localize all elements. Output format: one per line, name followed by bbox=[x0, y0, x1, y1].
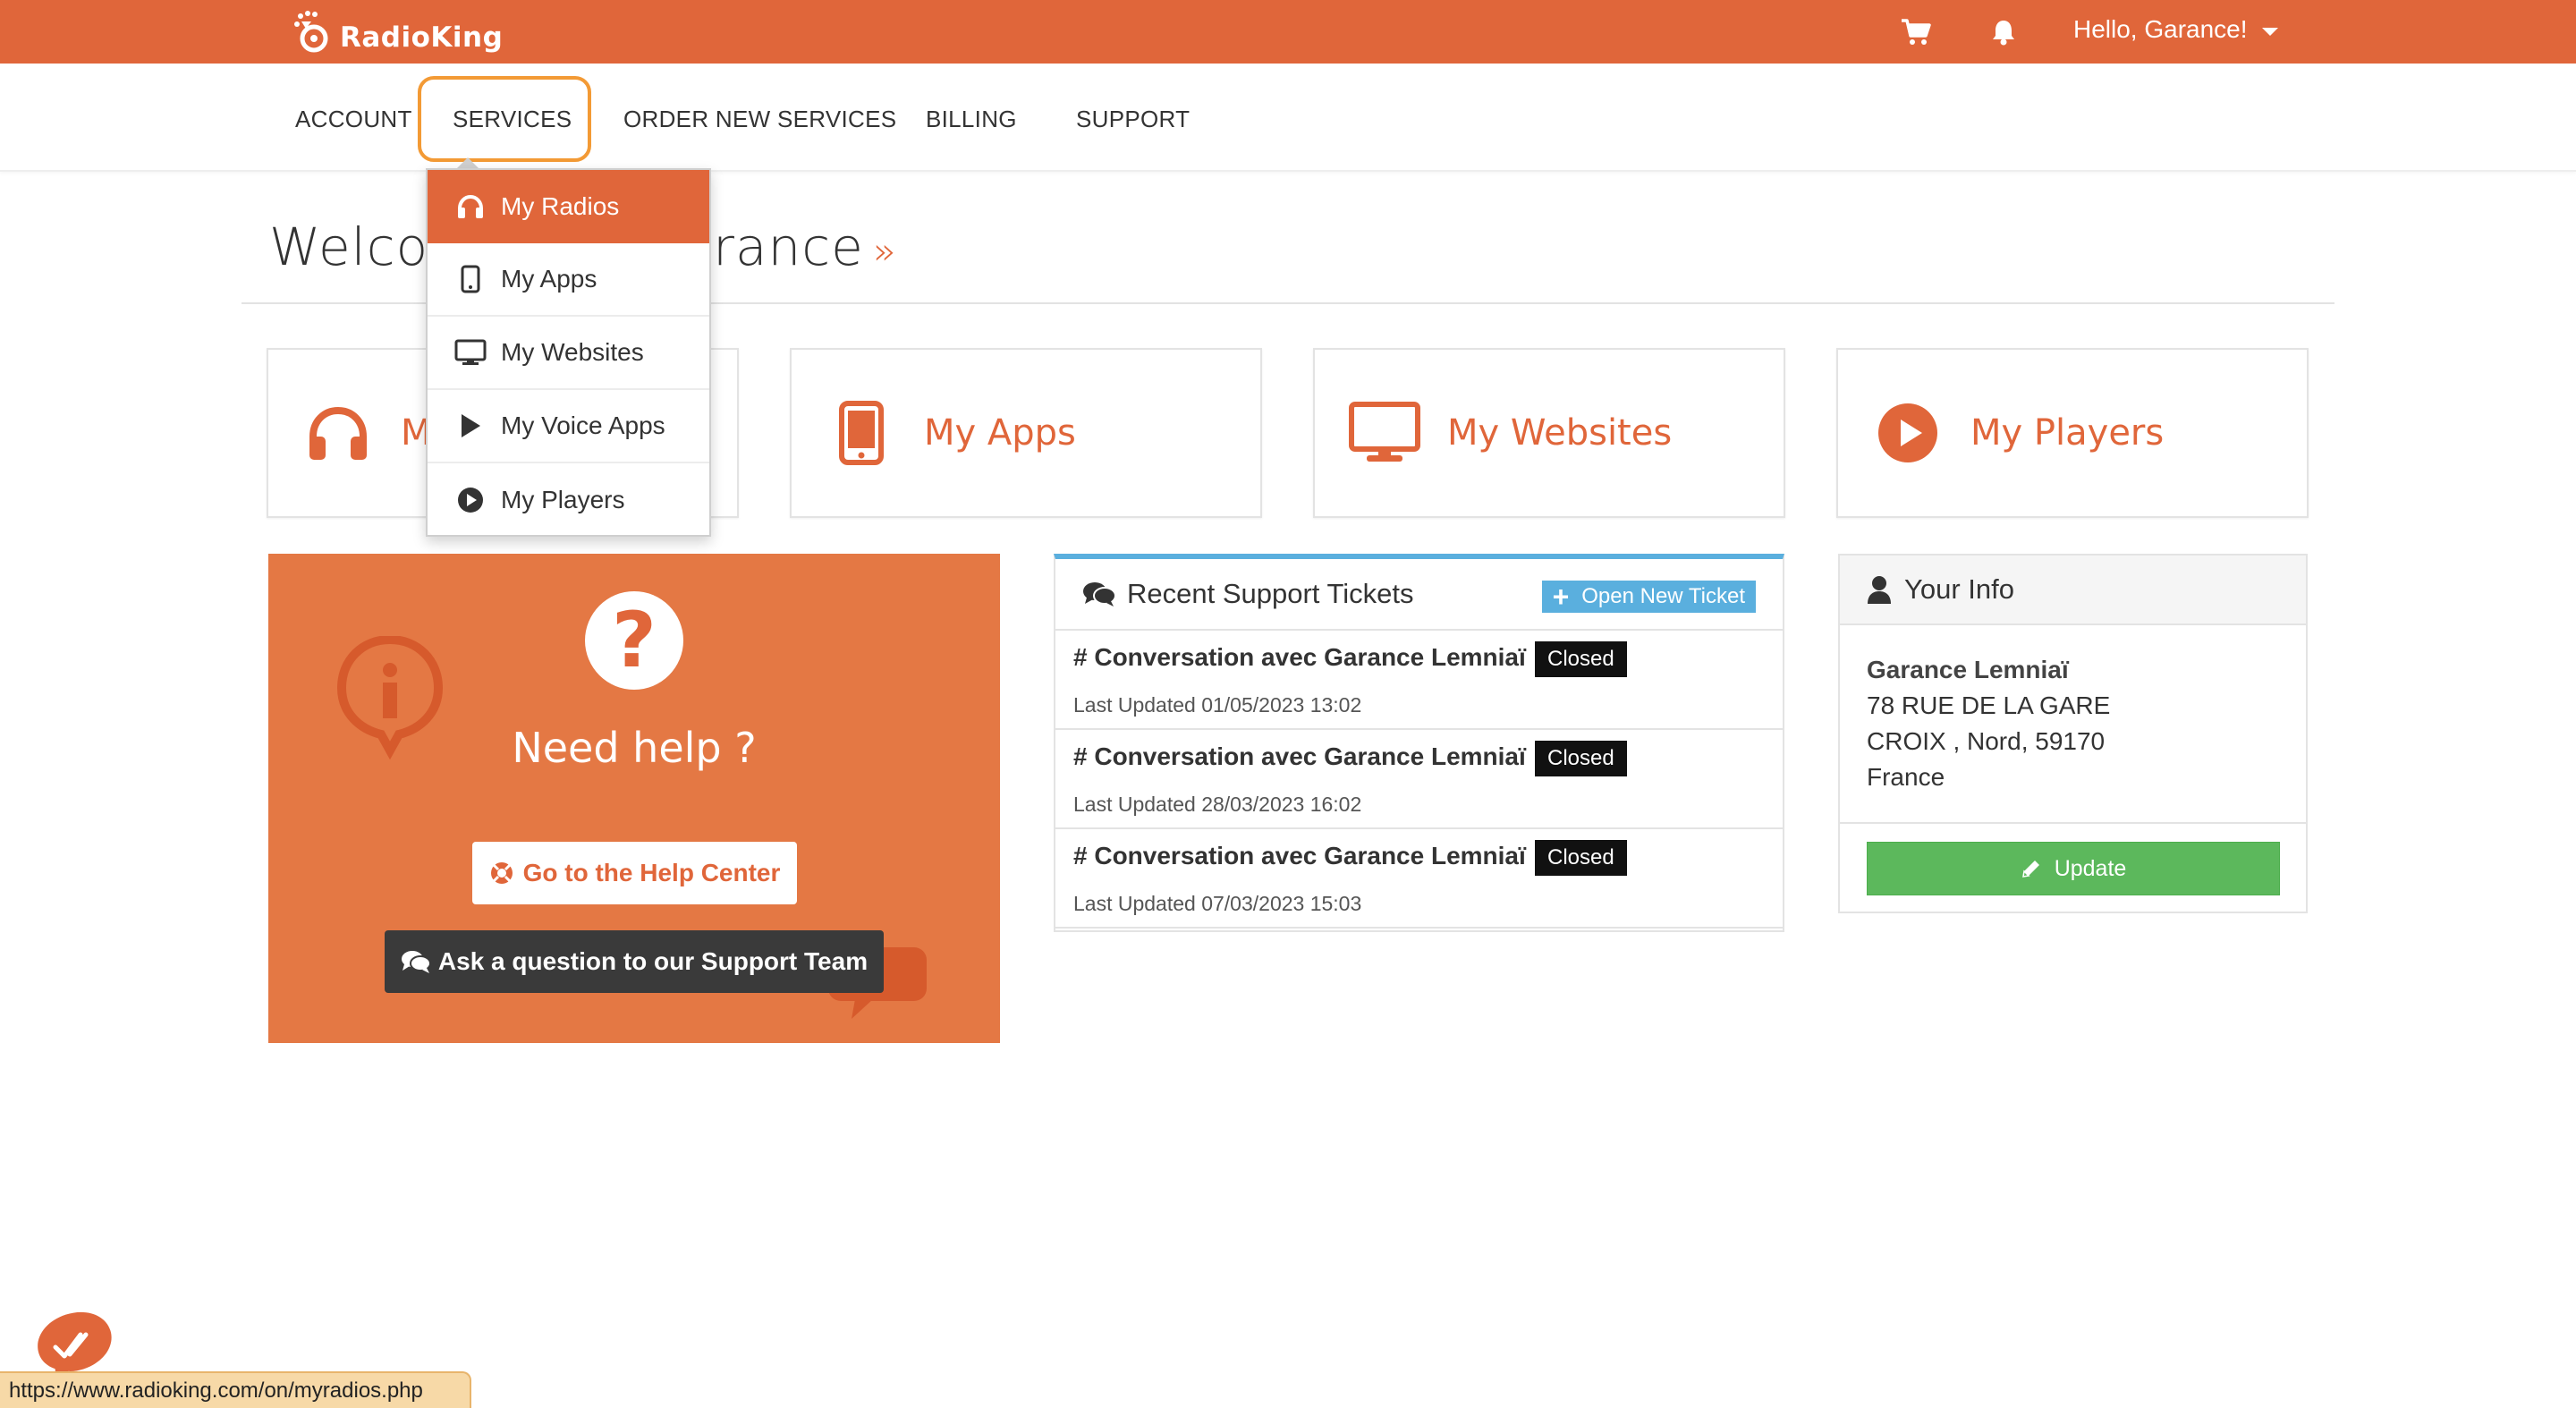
open-new-ticket-button[interactable]: + Open New Ticket bbox=[1541, 581, 1756, 613]
ask-support-label: Ask a question to our Support Team bbox=[437, 947, 869, 975]
info-address-line1: 78 RUE DE LA GARE bbox=[1867, 691, 2111, 719]
tickets-header: Recent Support Tickets + Open New Ticket bbox=[1055, 559, 1783, 631]
welcome-text-right: rance bbox=[713, 216, 864, 277]
menu-item-label: My Websites bbox=[501, 338, 644, 366]
menu-item-my-radios[interactable]: My Radios bbox=[428, 170, 709, 243]
top-bar: RadioKing Hello, Garance! bbox=[0, 0, 2576, 64]
services-dropdown-menu: My Radios My Apps My Websites My Voice A… bbox=[426, 168, 711, 537]
ask-support-button[interactable]: Ask a question to our Support Team bbox=[385, 930, 884, 993]
ticket-updated: Last Updated 07/03/2023 15:03 bbox=[1073, 892, 1362, 915]
nav-order-new-services[interactable]: ORDER NEW SERVICES bbox=[623, 106, 896, 133]
greeting-text: Hello, Garance! bbox=[2073, 15, 2248, 43]
ticket-updated: Last Updated 01/05/2023 13:02 bbox=[1073, 693, 1362, 717]
menu-item-my-websites[interactable]: My Websites bbox=[428, 317, 709, 390]
cart-icon[interactable] bbox=[1898, 14, 1934, 50]
bell-icon[interactable] bbox=[1986, 14, 2021, 50]
ticket-subject: # Conversation avec Garance Lemniaï bbox=[1073, 643, 1526, 671]
phone-icon bbox=[454, 263, 487, 295]
ticket-row[interactable]: # Conversation avec Garance Lemniaï Clos… bbox=[1055, 730, 1783, 829]
help-center-button[interactable]: Go to the Help Center bbox=[472, 842, 797, 904]
monitor-icon bbox=[454, 336, 487, 369]
question-mark-icon: ? bbox=[585, 591, 683, 690]
status-bar-url: https://www.radioking.com/on/myradios.ph… bbox=[0, 1371, 471, 1408]
menu-item-label: My Voice Apps bbox=[501, 411, 665, 439]
plus-icon: + bbox=[1552, 581, 1570, 613]
recent-tickets-panel: Recent Support Tickets + Open New Ticket… bbox=[1054, 554, 1784, 932]
pencil-icon bbox=[2021, 858, 2042, 879]
info-address-line2: CROIX , Nord, 59170 bbox=[1867, 727, 2106, 755]
headphones-icon bbox=[302, 397, 374, 469]
lifebuoy-icon bbox=[489, 861, 514, 886]
status-badge: Closed bbox=[1535, 641, 1627, 677]
ticket-row[interactable]: # Conversation avec Garance Lemniaï Clos… bbox=[1055, 631, 1783, 730]
menu-item-my-players[interactable]: My Players bbox=[428, 463, 709, 537]
chevron-down-icon bbox=[2261, 27, 2278, 36]
menu-item-label: My Radios bbox=[501, 192, 620, 220]
headphones-icon bbox=[454, 191, 487, 223]
info-country: France bbox=[1867, 763, 1945, 791]
info-title: Your Info bbox=[1904, 573, 2014, 605]
update-label: Update bbox=[2054, 855, 2127, 881]
ticket-row[interactable]: # Conversation avec Garance Lemniaï Clos… bbox=[1055, 829, 1783, 929]
user-icon bbox=[1867, 575, 1892, 604]
play-circle-icon bbox=[1872, 397, 1944, 469]
play-triangle-icon bbox=[454, 410, 487, 442]
nav-account[interactable]: ACCOUNT bbox=[295, 106, 412, 133]
status-badge: Closed bbox=[1535, 840, 1627, 876]
tickets-title: Recent Support Tickets bbox=[1127, 578, 1414, 609]
user-menu[interactable]: Hello, Garance! bbox=[2073, 15, 2278, 44]
monitor-icon bbox=[1349, 397, 1420, 469]
ticket-updated: Last Updated 28/03/2023 16:02 bbox=[1073, 793, 1362, 816]
nav-services[interactable]: SERVICES bbox=[453, 106, 572, 133]
ticket-subject: # Conversation avec Garance Lemniaï bbox=[1073, 742, 1526, 770]
info-name: Garance Lemniaï bbox=[1867, 656, 2069, 683]
status-badge: Closed bbox=[1535, 741, 1627, 776]
tile-label: My Websites bbox=[1447, 412, 1673, 454]
update-button[interactable]: Update bbox=[1867, 842, 2280, 895]
comments-icon bbox=[1082, 581, 1116, 607]
tile-label: My Apps bbox=[924, 412, 1076, 454]
info-header: Your Info bbox=[1840, 556, 2306, 625]
logo-text: RadioKing bbox=[340, 21, 504, 54]
menu-item-label: My Apps bbox=[501, 265, 597, 293]
chat-widget-icon[interactable] bbox=[34, 1308, 116, 1384]
help-center-label: Go to the Help Center bbox=[522, 859, 781, 886]
ticket-subject: # Conversation avec Garance Lemniaï bbox=[1073, 842, 1526, 869]
your-info-panel: Your Info Garance Lemniaï 78 RUE DE LA G… bbox=[1838, 554, 2308, 913]
menu-item-label: My Players bbox=[501, 486, 625, 513]
help-title: Need help ? bbox=[512, 724, 757, 772]
phone-icon bbox=[826, 397, 897, 469]
nav-support[interactable]: SUPPORT bbox=[1076, 106, 1190, 133]
main-nav: ACCOUNT SERVICES ORDER NEW SERVICES BILL… bbox=[0, 64, 2576, 172]
tile-label: My Players bbox=[1970, 412, 2165, 454]
comments-icon bbox=[401, 949, 431, 974]
tile-my-websites[interactable]: My Websites bbox=[1313, 348, 1785, 518]
welcome-text-left: Welco bbox=[269, 216, 429, 277]
open-ticket-label: Open New Ticket bbox=[1581, 584, 1745, 608]
nav-billing[interactable]: BILLING bbox=[926, 106, 1017, 133]
tile-my-apps[interactable]: My Apps bbox=[790, 348, 1262, 518]
play-circle-icon bbox=[454, 484, 487, 516]
menu-item-my-apps[interactable]: My Apps bbox=[428, 243, 709, 317]
info-address: Garance Lemniaï 78 RUE DE LA GARE CROIX … bbox=[1840, 625, 2306, 824]
radioking-logo[interactable]: RadioKing bbox=[293, 7, 503, 57]
tile-my-players[interactable]: My Players bbox=[1836, 348, 2309, 518]
menu-item-my-voice-apps[interactable]: My Voice Apps bbox=[428, 390, 709, 463]
raquo-icon: » bbox=[872, 228, 897, 273]
help-panel: ? Need help ? Go to the Help Center Ask … bbox=[268, 554, 1000, 1043]
logo-crown-icon bbox=[293, 11, 333, 54]
